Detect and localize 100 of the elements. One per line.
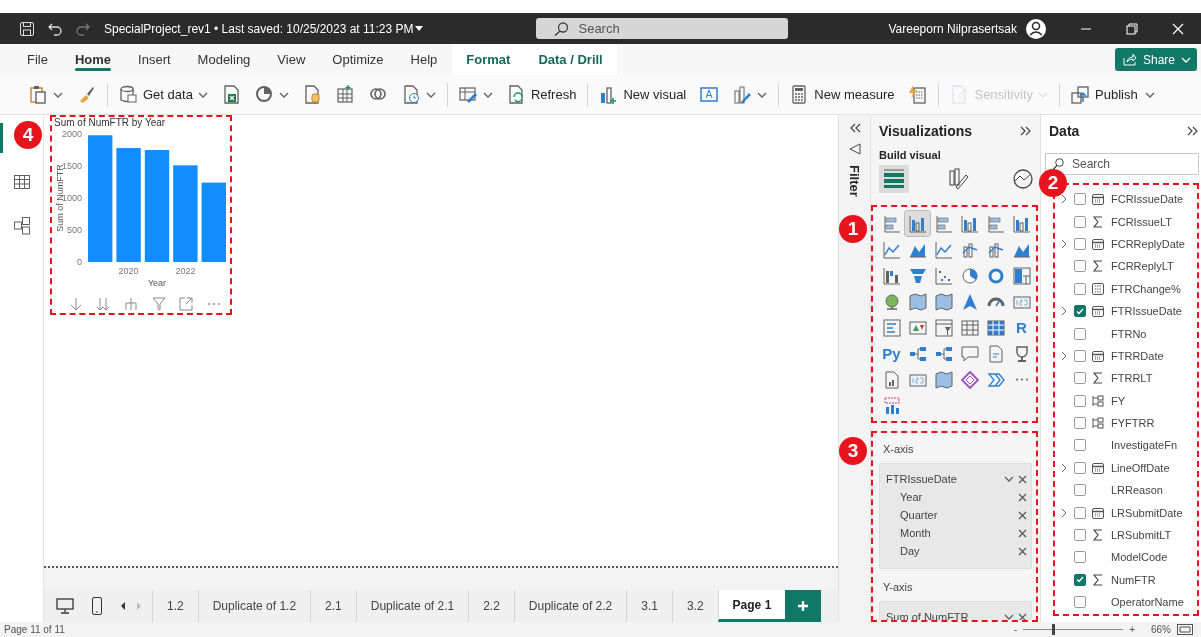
hierarchy-icon[interactable] <box>124 297 139 311</box>
expander-icon[interactable] <box>1060 306 1067 317</box>
checkbox[interactable] <box>1074 237 1086 250</box>
ribbon-button[interactable]: Refresh <box>499 79 584 110</box>
field-name[interactable]: ModelCode <box>1111 551 1168 564</box>
search-input[interactable]: Search <box>576 18 777 39</box>
collapse-icon[interactable] <box>848 123 861 133</box>
filters-pane-label[interactable]: Filter <box>847 165 862 197</box>
field-name[interactable]: FCRIssueLT <box>1111 215 1172 228</box>
ribbon-button[interactable]: Publish <box>1064 79 1145 110</box>
add-page-button[interactable] <box>785 590 822 622</box>
checkbox[interactable] <box>1074 394 1086 407</box>
remove-icon[interactable] <box>1018 510 1027 520</box>
expand-icon[interactable] <box>1020 126 1032 136</box>
ribbon-button[interactable]: New measure <box>783 79 902 110</box>
menu-tab[interactable]: File <box>15 44 63 75</box>
expander-icon[interactable] <box>1060 507 1067 518</box>
field-name[interactable]: FYFTRR <box>1111 417 1155 430</box>
zoom-in-button[interactable]: + <box>1129 624 1135 635</box>
expander-icon[interactable] <box>1060 238 1067 249</box>
zoom-out-button[interactable]: - <box>1013 624 1018 635</box>
remove-icon[interactable] <box>1018 612 1027 620</box>
field-name[interactable]: FCRReplyLT <box>1111 260 1174 273</box>
caret-icon[interactable] <box>413 24 424 33</box>
field-name[interactable]: InvestigateFn <box>1111 439 1178 452</box>
remove-icon[interactable] <box>1018 546 1027 556</box>
axis-title: Year <box>147 278 167 288</box>
search-field[interactable]: Search <box>1045 153 1199 175</box>
menu-tab[interactable]: Optimize <box>320 44 399 75</box>
filter-icon[interactable] <box>151 297 166 311</box>
pane-mode-button[interactable] <box>879 165 909 193</box>
field-name[interactable]: FTRNo <box>1111 327 1147 340</box>
remove-icon[interactable] <box>1018 474 1027 484</box>
menu-tab[interactable]: Home <box>62 44 127 75</box>
menu-tab[interactable]: View <box>265 44 321 75</box>
checkbox[interactable] <box>1074 215 1086 228</box>
menu-tab[interactable]: Data / Drill <box>524 44 617 75</box>
field-name[interactable]: OperatorName <box>1111 596 1184 609</box>
shield-document-icon <box>950 85 970 104</box>
visual-type-button[interactable]: Py <box>879 341 904 366</box>
checkbox[interactable] <box>1074 305 1086 318</box>
field-name[interactable]: LineOffDate <box>1111 461 1170 474</box>
field-name[interactable]: LRSubmitDate <box>1111 506 1183 519</box>
checkbox[interactable] <box>1074 461 1086 474</box>
ribbon-button[interactable]: New visual <box>592 79 694 110</box>
field-well[interactable]: FTRIssueDate Year Quarter Month Day <box>879 463 1032 569</box>
arrow-down-icon[interactable] <box>68 297 83 311</box>
field-name[interactable]: FCRReplyDate <box>1111 237 1185 250</box>
checkbox[interactable] <box>1074 260 1086 273</box>
field-name[interactable]: NumFTR <box>1111 573 1156 586</box>
checkbox[interactable] <box>1074 529 1086 542</box>
menu-tab[interactable]: Format <box>452 44 525 75</box>
chart-visual[interactable]: Sum of NumFTR by Year Sum of NumFTR 0 500 1000 1500 2000 2020 2022 Year <box>50 115 232 315</box>
expander-icon[interactable] <box>1060 194 1067 205</box>
double-arrow-down-icon[interactable] <box>96 297 111 311</box>
remove-icon[interactable] <box>1018 528 1027 538</box>
save-icon[interactable] <box>20 21 34 36</box>
checkbox[interactable] <box>1074 573 1086 586</box>
expand-icon[interactable] <box>1187 126 1199 136</box>
field-name[interactable]: FCRIssueDate <box>1111 193 1184 206</box>
desktop-icon[interactable] <box>56 598 74 614</box>
field-name[interactable]: LRReason <box>1111 484 1163 497</box>
undo-icon[interactable] <box>48 21 62 36</box>
menu-tab[interactable]: Modeling <box>185 44 266 75</box>
expander-icon[interactable] <box>1060 350 1067 361</box>
field-name[interactable]: FTRRLT <box>1111 372 1153 385</box>
avatar-icon[interactable] <box>1025 17 1047 40</box>
focus-mode-icon[interactable] <box>179 297 194 311</box>
chevron-icon[interactable] <box>1004 474 1014 484</box>
share-button[interactable]: Share <box>1114 48 1197 71</box>
chevron-icon[interactable] <box>1004 612 1014 620</box>
fit-page-icon[interactable] <box>1177 624 1193 635</box>
remove-icon[interactable] <box>1018 492 1027 502</box>
checkbox[interactable] <box>1074 193 1086 206</box>
search-input[interactable]: Search <box>1070 154 1190 174</box>
page-tab[interactable]: Page 1 <box>717 590 786 622</box>
checkbox[interactable] <box>1074 372 1086 385</box>
field-name[interactable]: FTRIssueDate <box>1111 305 1182 318</box>
menu-tab[interactable]: Insert <box>126 44 186 75</box>
visual-type-button[interactable]: R <box>1009 315 1034 340</box>
visual-type-button[interactable] <box>905 211 930 236</box>
checkbox[interactable] <box>1074 551 1086 564</box>
search-field[interactable]: Search <box>536 18 789 39</box>
field-name[interactable]: FTRChange% <box>1111 282 1181 295</box>
phone-icon[interactable] <box>92 597 102 615</box>
field-name[interactable]: FY <box>1111 394 1126 407</box>
checkbox[interactable] <box>1074 417 1086 430</box>
checkbox[interactable] <box>1074 349 1086 362</box>
checkbox[interactable] <box>1074 596 1086 609</box>
checkbox[interactable] <box>1074 506 1086 519</box>
checkbox[interactable] <box>1074 327 1086 340</box>
ribbon-button[interactable]: Get data <box>112 79 215 110</box>
expander-icon[interactable] <box>1060 462 1067 473</box>
checkbox[interactable] <box>1074 439 1086 452</box>
menu-tab[interactable]: Help <box>398 44 453 75</box>
checkbox[interactable] <box>1074 282 1086 295</box>
previous-icon[interactable] <box>120 602 126 610</box>
field-name[interactable]: FTRRDate <box>1111 349 1164 362</box>
field-name[interactable]: LRSubmitLT <box>1111 529 1172 542</box>
checkbox[interactable] <box>1074 484 1086 497</box>
